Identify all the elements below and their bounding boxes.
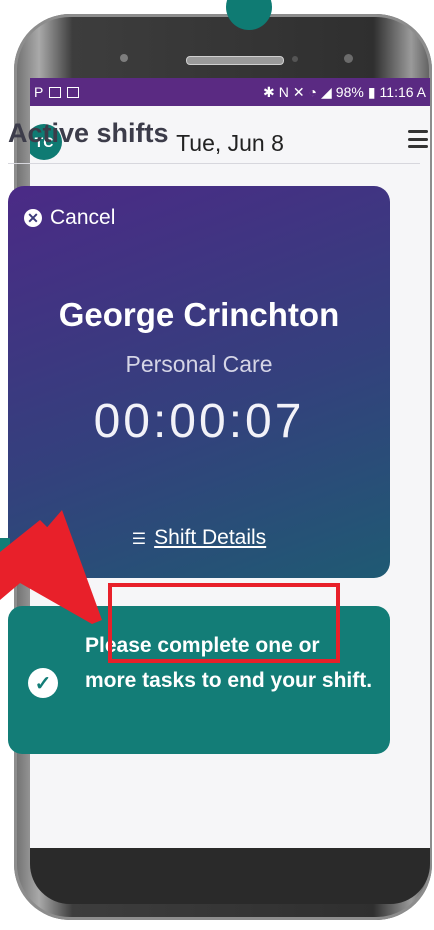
proximity-sensor [292,56,298,62]
shift-details-label: Shift Details [154,526,267,549]
cancel-label: Cancel [50,206,116,229]
title-divider [8,163,420,164]
status-left: P [34,84,80,100]
battery-percent: 98% [335,84,364,100]
calendar-icon [67,86,80,98]
bottom-bezel [30,848,430,904]
wifi-icon: ◔ [308,84,318,100]
check-circle-icon: ✓ [28,668,58,698]
light-sensor [344,54,353,63]
earpiece-speaker [186,56,284,65]
mute-icon: ✕ [292,83,305,100]
highlight-box [108,583,340,663]
clock: 11:16 A [379,84,426,100]
top-dot-decoration [226,0,272,30]
hamburger-menu-icon[interactable] [408,130,428,148]
status-bar: P ✱ N ✕ ◔ ◢ 98% ▮ 11:16 A [30,78,430,106]
client-name: George Crinchton [58,296,340,333]
battery-icon: ▮ [367,83,376,100]
cancel-button[interactable]: ✕ Cancel [24,206,115,230]
front-camera-icon [120,54,128,62]
gallery-icon [49,86,62,98]
service-type: Personal Care [125,351,273,377]
cancel-circle-icon: ✕ [24,209,42,227]
status-right: ✱ N ✕ ◔ ◢ 98% ▮ 11:16 A [263,84,426,101]
active-shift-card: ✕ Cancel George Crinchton Personal Care … [8,186,390,578]
left-teal-edge [0,538,10,566]
shift-details-link[interactable]: ☰ Shift Details [8,526,390,550]
page-title: Active shifts [8,118,169,148]
bluetooth-icon: ✱ [262,83,275,100]
status-left-text: P [34,84,44,100]
checklist-icon: ☰ [131,531,147,548]
signal-icon: ◢ [321,83,332,100]
nfc-icon: N [278,84,289,100]
shift-timer: 00:00:07 [93,395,305,448]
